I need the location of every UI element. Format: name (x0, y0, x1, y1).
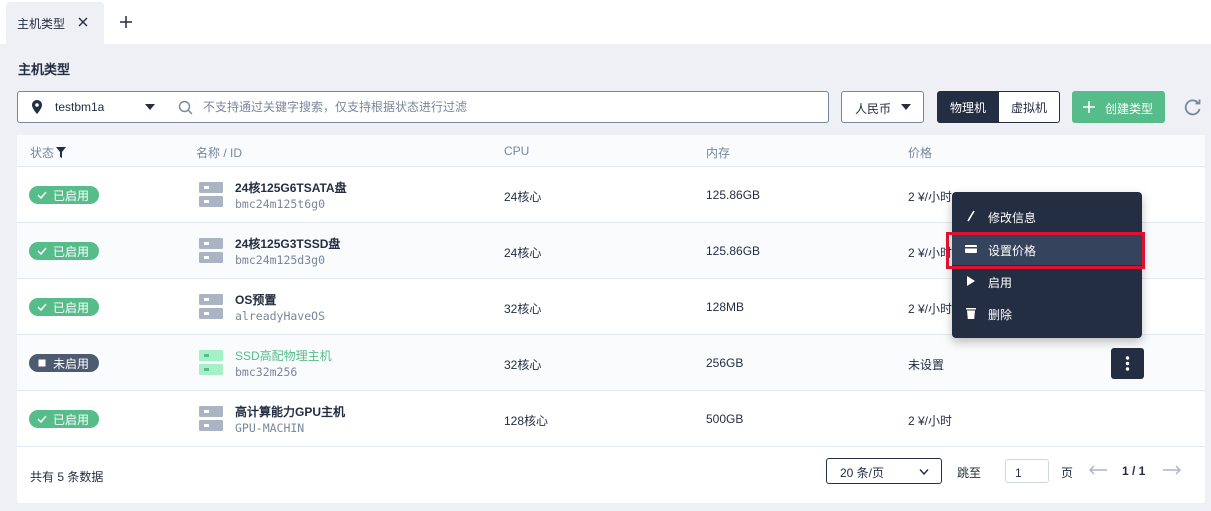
search-box (169, 91, 829, 123)
more-actions-button[interactable] (1111, 348, 1144, 379)
status-badge: 已启用 (29, 298, 99, 316)
menu-item-label: 修改信息 (988, 211, 1037, 225)
status-label: 已启用 (53, 188, 90, 203)
status-label: 已启用 (53, 300, 90, 315)
price-column-header: 价格 (908, 146, 933, 160)
host-type-name[interactable]: 高计算能力GPU主机 (235, 403, 345, 420)
zone-select[interactable]: testbm1a (17, 91, 170, 123)
page-title: 主机类型 (18, 62, 71, 77)
chevron-down-icon (145, 104, 155, 110)
status-label: 已启用 (53, 412, 90, 427)
memory-value: 128MB (706, 300, 745, 314)
tab-bar: 主机类型 (0, 0, 1211, 44)
highlight-box (946, 232, 1145, 269)
location-pin-icon (32, 100, 42, 114)
status-header-label: 状态 (30, 146, 55, 160)
host-type-name[interactable]: 24核125G6TSATA盘 (235, 179, 347, 196)
status-badge: 已启用 (29, 186, 99, 204)
play-icon (967, 276, 975, 286)
page-size-select[interactable]: 20 条/页 (826, 458, 942, 484)
cpu-column-header: CPU (504, 144, 530, 158)
tab-host-types[interactable]: 主机类型 (6, 2, 104, 44)
cpu-value: 24核心 (504, 190, 542, 204)
total-count: 共有 5 条数据 (30, 470, 104, 484)
tab-label: 主机类型 (17, 16, 66, 31)
price-value: 2 ¥/小时 (908, 302, 953, 316)
chevron-down-icon (919, 469, 929, 475)
cpu-value: 24核心 (504, 246, 542, 260)
create-type-label: 创建类型 (1105, 102, 1154, 116)
server-icon (199, 350, 223, 375)
memory-column-header: 内存 (706, 146, 731, 160)
server-icon (199, 294, 223, 319)
virtual-machine-toggle[interactable]: 虚拟机 (998, 91, 1060, 123)
currency-select[interactable]: 人民币 (841, 91, 924, 123)
trash-icon (966, 308, 976, 319)
check-icon (37, 191, 47, 200)
pencil-icon (967, 210, 975, 222)
host-type-name[interactable]: 24核125G3TSSD盘 (235, 235, 340, 252)
more-vertical-icon (1125, 356, 1130, 371)
table-row[interactable]: 已启用 高计算能力GPU主机 GPU-MACHIN 128核心 500GB 2 … (17, 391, 1205, 447)
host-type-name[interactable]: OS预置 (235, 291, 276, 308)
table-header: 状态 名称 / ID CPU 内存 价格 (17, 135, 1205, 167)
status-label: 未启用 (53, 356, 90, 371)
check-icon (37, 415, 47, 424)
menu-item-label: 启用 (988, 276, 1013, 290)
host-type-id: alreadyHaveOS (235, 309, 326, 323)
create-type-button[interactable]: 创建类型 (1072, 91, 1165, 123)
check-icon (37, 247, 47, 256)
physical-machine-toggle[interactable]: 物理机 (937, 91, 999, 123)
menu-item-delete[interactable]: 删除 (952, 297, 1142, 329)
memory-value: 500GB (706, 412, 744, 426)
page-indicator: 1 / 1 (1122, 464, 1146, 478)
menu-item-edit-info[interactable]: 修改信息 (952, 200, 1142, 232)
table-footer: 共有 5 条数据 20 条/页 跳至 页 1 / 1 (17, 447, 1205, 503)
price-value: 未设置 (908, 358, 945, 372)
host-type-id: bmc24m125d3g0 (235, 253, 326, 267)
status-badge: 未启用 (29, 354, 99, 372)
arrow-left-icon[interactable] (1088, 464, 1108, 476)
host-type-id: bmc24m125t6g0 (235, 197, 326, 211)
refresh-icon[interactable] (1183, 97, 1203, 117)
arrow-right-icon[interactable] (1162, 464, 1182, 476)
currency-label: 人民币 (855, 102, 892, 116)
add-tab-icon[interactable] (118, 14, 134, 30)
page-unit-label: 页 (1061, 466, 1074, 480)
zone-label: testbm1a (55, 100, 105, 114)
status-label: 已启用 (53, 244, 90, 259)
host-type-name[interactable]: SSD高配物理主机 (235, 347, 332, 364)
memory-value: 125.86GB (706, 244, 761, 258)
menu-item-enable[interactable]: 启用 (952, 265, 1142, 297)
price-value: 2 ¥/小时 (908, 414, 953, 428)
table-row[interactable]: 未启用 SSD高配物理主机 bmc32m256 32核心 256GB 未设置 (17, 335, 1205, 391)
host-type-id: bmc32m256 (235, 365, 298, 379)
stop-square-icon (38, 359, 46, 367)
plus-icon (1083, 101, 1095, 113)
server-icon (199, 238, 223, 263)
cpu-value: 128核心 (504, 414, 549, 428)
close-icon[interactable] (76, 15, 90, 29)
search-input[interactable] (203, 97, 803, 117)
menu-item-label: 删除 (988, 308, 1013, 322)
check-icon (37, 303, 47, 312)
price-value: 2 ¥/小时 (908, 190, 953, 204)
page-jump-input[interactable] (1005, 459, 1049, 483)
jump-to-label: 跳至 (957, 466, 982, 480)
status-badge: 已启用 (29, 410, 99, 428)
memory-value: 125.86GB (706, 188, 761, 202)
server-icon (199, 182, 223, 207)
search-icon (178, 100, 193, 115)
page-size-label: 20 条/页 (840, 466, 885, 480)
status-badge: 已启用 (29, 242, 99, 260)
cpu-value: 32核心 (504, 302, 542, 316)
status-column-header[interactable]: 状态 (30, 144, 67, 161)
filter-icon[interactable] (56, 147, 67, 158)
chevron-down-icon (901, 104, 911, 110)
name-column-header: 名称 / ID (196, 146, 243, 160)
memory-value: 256GB (706, 356, 744, 370)
server-icon (199, 406, 223, 431)
cpu-value: 32核心 (504, 358, 542, 372)
host-type-id: GPU-MACHIN (235, 421, 305, 435)
